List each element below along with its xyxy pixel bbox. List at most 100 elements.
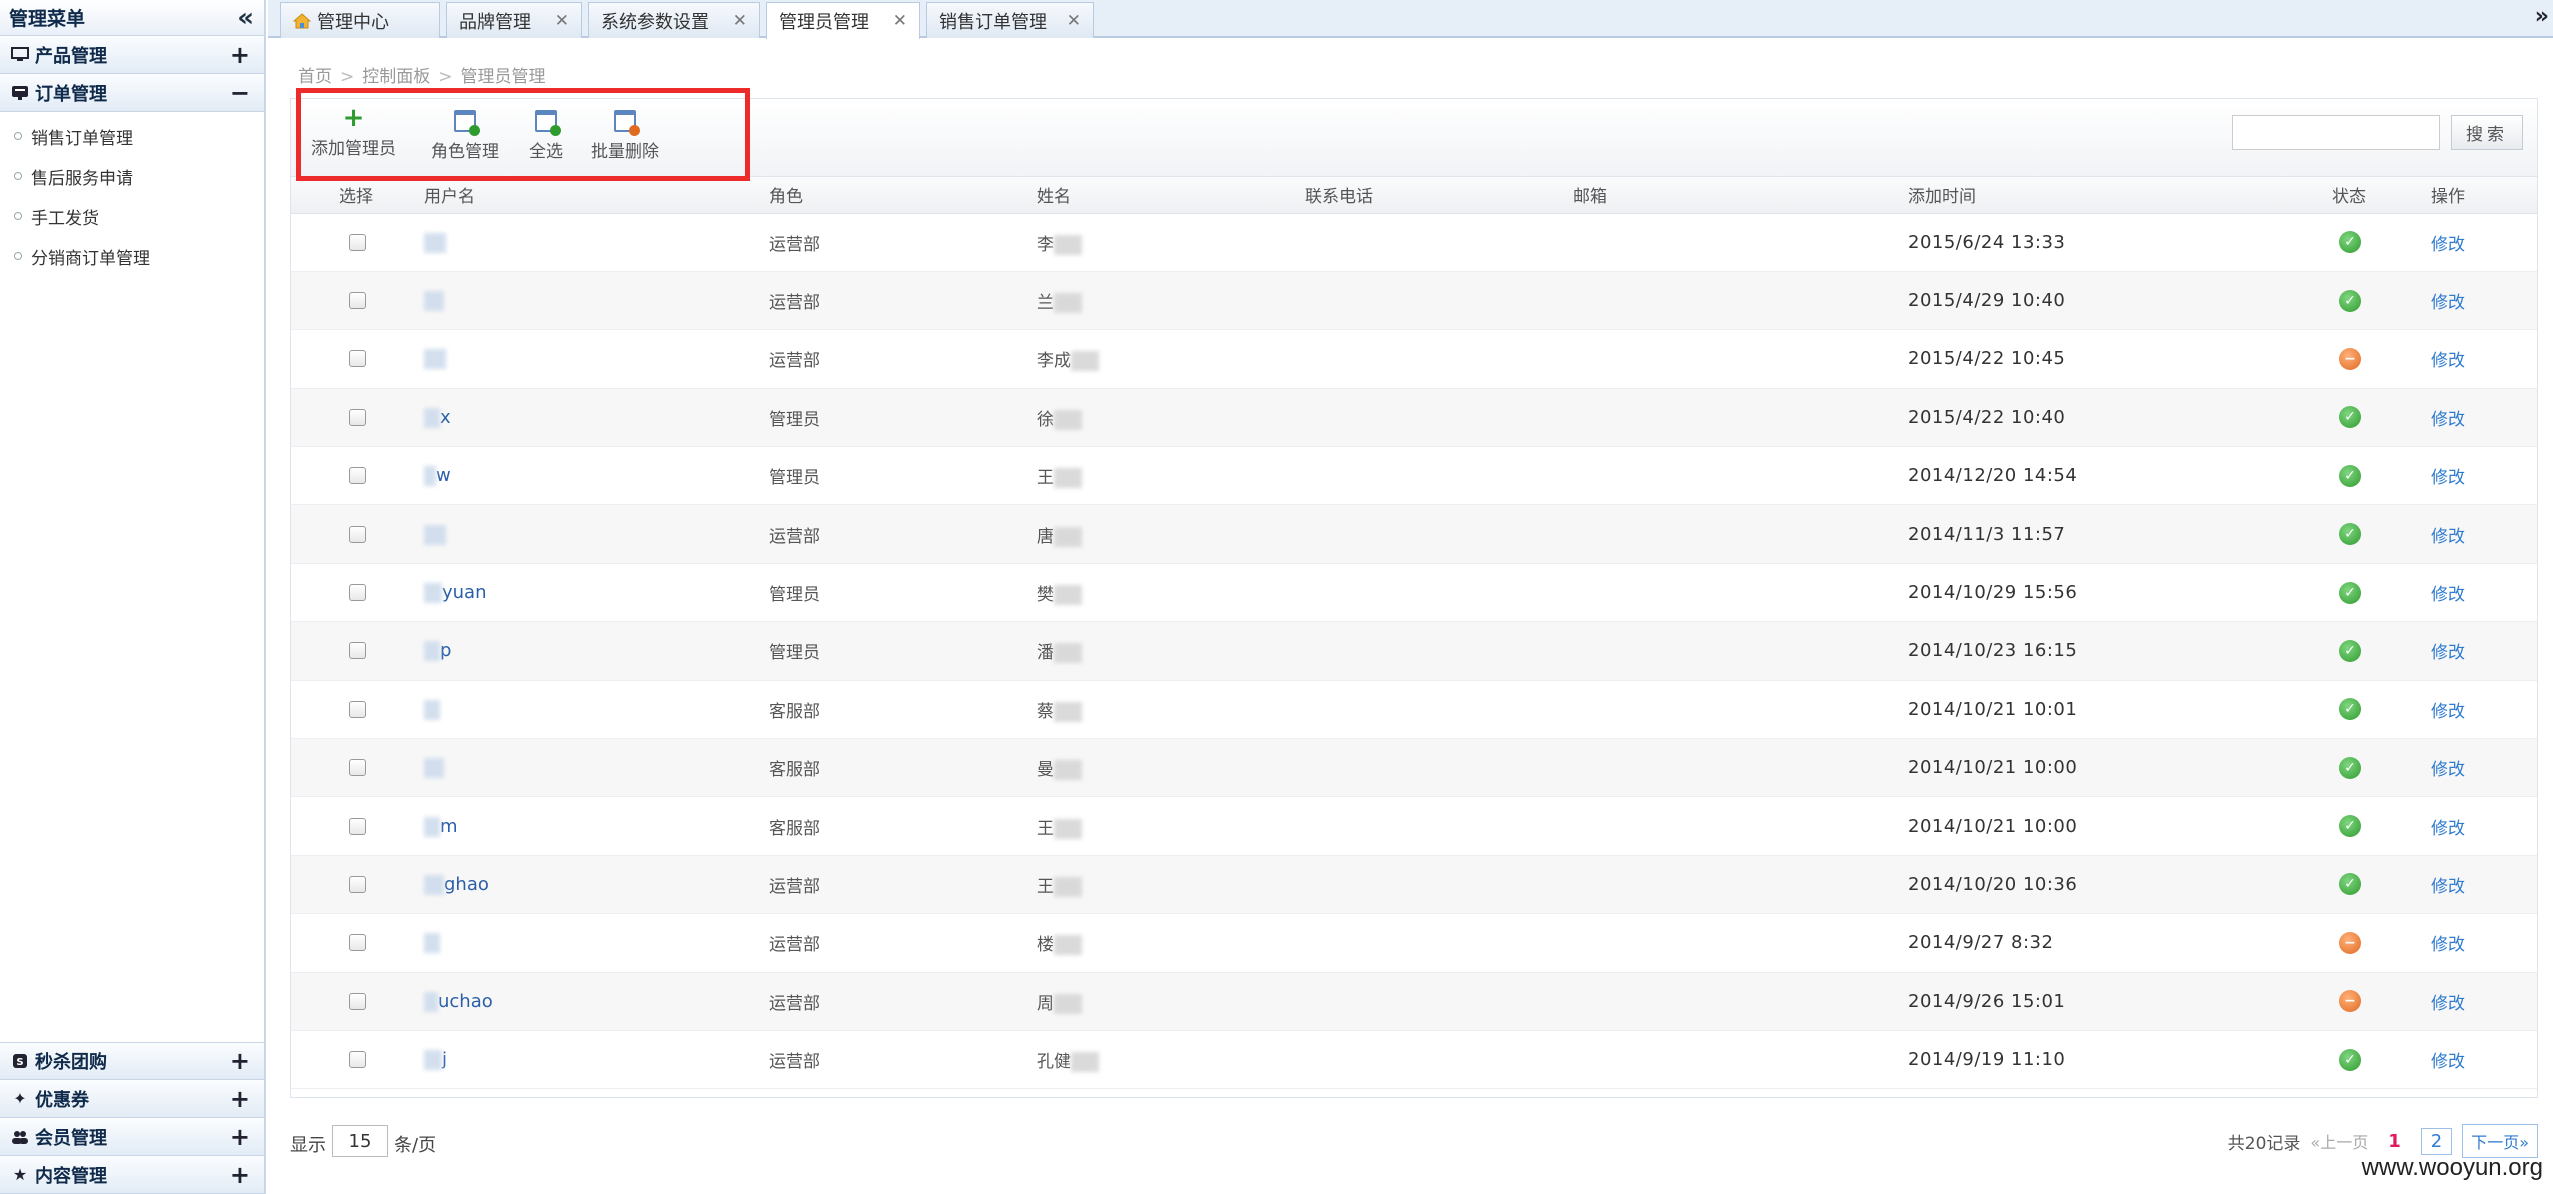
phone-cell	[1305, 855, 1573, 915]
prev-page-link[interactable]: «上一页	[2310, 1129, 2368, 1153]
action-cell: 修改	[2431, 446, 2537, 506]
edit-link[interactable]: 修改	[2431, 293, 2465, 313]
edit-link[interactable]: 修改	[2431, 819, 2465, 839]
status-enabled-icon[interactable]: ✓	[2339, 873, 2361, 896]
role-manage-button[interactable]: 角色管理	[431, 107, 499, 162]
sidebar-item-after-sales[interactable]: 售后服务申请	[0, 156, 264, 196]
close-icon[interactable]: ✕	[1067, 11, 1081, 31]
sidebar-group-coupons[interactable]: ✦ 优惠券 +	[0, 1080, 264, 1118]
sidebar-item-distributor-orders[interactable]: 分销商订单管理	[0, 236, 264, 276]
status-disabled-icon[interactable]: −	[2339, 990, 2361, 1013]
sidebar-item-sales-orders[interactable]: 销售订单管理	[0, 116, 264, 156]
edit-link[interactable]: 修改	[2431, 935, 2465, 955]
status-enabled-icon[interactable]: ✓	[2339, 289, 2361, 312]
status-enabled-icon[interactable]: ✓	[2339, 1048, 2361, 1071]
username-link[interactable]: w	[436, 465, 451, 486]
edit-link[interactable]: 修改	[2431, 702, 2465, 722]
sidebar-group-members[interactable]: 会员管理 +	[0, 1118, 264, 1156]
edit-link[interactable]: 修改	[2431, 994, 2465, 1014]
sidebar-group-products[interactable]: 产品管理 +	[0, 36, 264, 74]
close-icon[interactable]: ✕	[893, 11, 907, 31]
status-enabled-icon[interactable]: ✓	[2339, 698, 2361, 721]
sidebar-group-content[interactable]: ★ 内容管理 +	[0, 1156, 264, 1194]
close-icon[interactable]: ✕	[733, 11, 747, 31]
status-enabled-icon[interactable]: ✓	[2339, 639, 2361, 662]
username-link[interactable]: j	[442, 1049, 447, 1070]
username-link[interactable]: ghao	[444, 874, 489, 895]
expand-icon[interactable]: +	[230, 1049, 250, 1073]
edit-link[interactable]: 修改	[2431, 235, 2465, 255]
row-checkbox[interactable]	[349, 292, 366, 310]
sidebar-item-manual-shipping[interactable]: 手工发货	[0, 196, 264, 236]
tabs-overflow-icon[interactable]: »	[2535, 4, 2549, 29]
edit-link[interactable]: 修改	[2431, 585, 2465, 605]
row-checkbox[interactable]	[349, 467, 366, 485]
edit-link[interactable]: 修改	[2431, 468, 2465, 488]
row-checkbox[interactable]	[349, 1051, 366, 1069]
status-enabled-icon[interactable]: ✓	[2339, 581, 2361, 604]
status-disabled-icon[interactable]: −	[2339, 347, 2361, 370]
collapse-sidebar-icon[interactable]: «	[237, 5, 254, 31]
per-page-suffix: 条/页	[394, 1135, 437, 1156]
edit-link[interactable]: 修改	[2431, 1052, 2465, 1072]
username-link[interactable]: uchao	[438, 991, 493, 1012]
edit-link[interactable]: 修改	[2431, 410, 2465, 430]
edit-link[interactable]: 修改	[2431, 351, 2465, 371]
edit-link[interactable]: 修改	[2431, 527, 2465, 547]
row-checkbox[interactable]	[349, 584, 366, 602]
tab-admin-center[interactable]: 管理中心	[280, 2, 440, 38]
row-checkbox[interactable]	[349, 233, 366, 251]
per-page-input[interactable]	[332, 1125, 388, 1157]
row-checkbox[interactable]	[349, 350, 366, 368]
page-2-link[interactable]: 2	[2420, 1127, 2453, 1155]
edit-link[interactable]: 修改	[2431, 643, 2465, 663]
close-icon[interactable]: ✕	[555, 11, 569, 31]
breadcrumb-dashboard[interactable]: 控制面板	[362, 67, 430, 87]
expand-icon[interactable]: +	[230, 1125, 250, 1149]
tab-brand[interactable]: 品牌管理 ✕	[446, 2, 582, 38]
username-link[interactable]: x	[440, 407, 451, 428]
username-link[interactable]: yuan	[442, 582, 487, 603]
sidebar-group-orders[interactable]: 订单管理 −	[0, 74, 264, 112]
row-checkbox[interactable]	[349, 525, 366, 543]
star-icon: ★	[12, 1165, 28, 1184]
expand-icon[interactable]: +	[230, 1163, 250, 1187]
role-cell: 管理员	[769, 446, 1037, 506]
status-enabled-icon[interactable]: ✓	[2339, 231, 2361, 254]
batch-delete-button[interactable]: 批量删除	[591, 107, 659, 162]
status-enabled-icon[interactable]: ✓	[2339, 464, 2361, 487]
status-disabled-icon[interactable]: −	[2339, 931, 2361, 954]
row-checkbox[interactable]	[349, 408, 366, 426]
collapse-icon[interactable]: −	[230, 81, 250, 105]
expand-icon[interactable]: +	[230, 1087, 250, 1111]
breadcrumb-home[interactable]: 首页	[298, 67, 332, 87]
row-checkbox[interactable]	[349, 759, 366, 777]
username-link[interactable]: m	[440, 816, 458, 837]
tab-sales-orders[interactable]: 销售订单管理 ✕	[926, 2, 1094, 38]
tab-system-params[interactable]: 系统参数设置 ✕	[588, 2, 760, 38]
row-checkbox[interactable]	[349, 934, 366, 952]
next-page-link[interactable]: 下一页»	[2462, 1124, 2538, 1158]
sidebar-group-flash-sale[interactable]: S 秒杀团购 +	[0, 1042, 264, 1080]
select-all-button[interactable]: 全选	[529, 107, 563, 162]
status-enabled-icon[interactable]: ✓	[2339, 406, 2361, 429]
row-checkbox[interactable]	[349, 700, 366, 718]
edit-link[interactable]: 修改	[2431, 877, 2465, 897]
search-input[interactable]	[2232, 115, 2440, 150]
action-cell: 修改	[2431, 972, 2537, 1031]
status-enabled-icon[interactable]: ✓	[2339, 523, 2361, 546]
row-checkbox[interactable]	[349, 642, 366, 660]
redacted-mask	[424, 232, 446, 253]
row-checkbox[interactable]	[349, 992, 366, 1010]
status-enabled-icon[interactable]: ✓	[2339, 815, 2361, 838]
username-link[interactable]: p	[440, 640, 451, 661]
add-admin-button[interactable]: + 添加管理员	[311, 105, 396, 159]
search-button[interactable]: 搜索	[2451, 115, 2523, 150]
bullet-icon	[14, 172, 22, 180]
edit-link[interactable]: 修改	[2431, 760, 2465, 780]
row-checkbox[interactable]	[349, 817, 366, 835]
tab-admin-management[interactable]: 管理员管理 ✕	[766, 2, 920, 39]
row-checkbox[interactable]	[349, 875, 366, 893]
expand-icon[interactable]: +	[230, 43, 250, 67]
status-enabled-icon[interactable]: ✓	[2339, 756, 2361, 779]
